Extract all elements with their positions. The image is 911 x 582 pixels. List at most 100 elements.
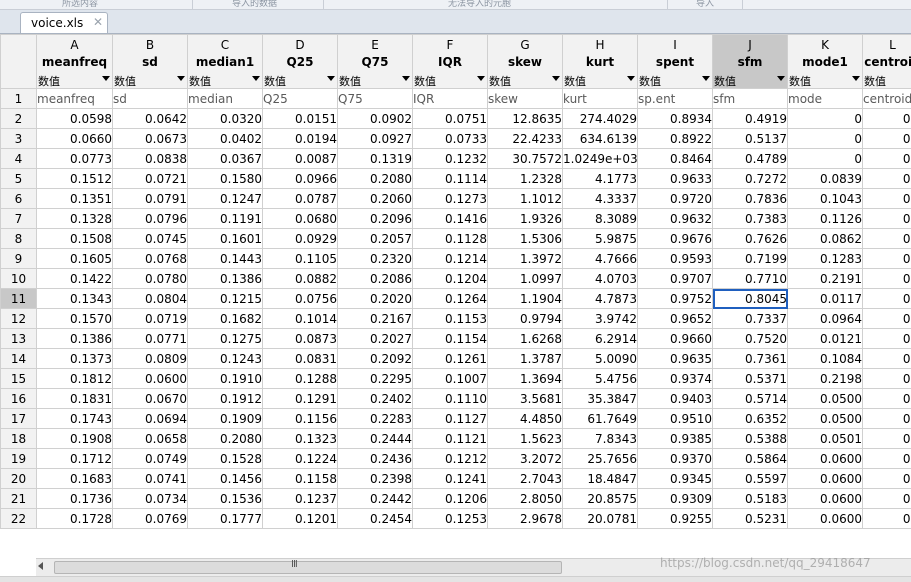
data-cell[interactable]: 0.1241	[413, 469, 488, 489]
data-cell[interactable]: 0.1127	[413, 409, 488, 429]
data-cell[interactable]: 0.9403	[638, 389, 713, 409]
text-cell[interactable]: meanfreq	[37, 89, 113, 109]
data-cell[interactable]: 0.0964	[788, 309, 863, 329]
column-type-selector[interactable]: 数值	[488, 73, 562, 88]
data-cell[interactable]: 274.4029	[563, 109, 638, 129]
data-cell[interactable]: 22.4233	[488, 129, 563, 149]
column-type-selector[interactable]: 数值	[263, 73, 337, 88]
data-cell[interactable]: 0.0741	[113, 469, 188, 489]
data-cell[interactable]: 5.4756	[563, 369, 638, 389]
column-header-i[interactable]: Ispent数值	[638, 35, 713, 89]
data-cell[interactable]: 20.8575	[563, 489, 638, 509]
data-cell[interactable]: 0.1243	[188, 349, 263, 369]
data-cell[interactable]: 0.1043	[788, 189, 863, 209]
data-cell[interactable]: 0.1812	[37, 369, 113, 389]
data-cell[interactable]: 0.7520	[713, 329, 788, 349]
data-cell[interactable]: 0.1	[863, 309, 911, 329]
data-cell[interactable]: 7.8343	[563, 429, 638, 449]
data-cell[interactable]: 0.1605	[37, 249, 113, 269]
data-cell[interactable]: 0.1912	[188, 389, 263, 409]
data-cell[interactable]: 0.0194	[263, 129, 338, 149]
data-cell[interactable]: 0.9752	[638, 289, 713, 309]
chevron-down-icon[interactable]	[402, 76, 410, 81]
data-cell[interactable]: 1.6268	[488, 329, 563, 349]
data-cell[interactable]: 0.9660	[638, 329, 713, 349]
data-cell[interactable]: 0.0598	[37, 109, 113, 129]
data-cell[interactable]: 0.1909	[188, 409, 263, 429]
data-cell[interactable]: 0.0756	[263, 289, 338, 309]
data-cell[interactable]: 1.2328	[488, 169, 563, 189]
data-cell[interactable]: 0.0749	[113, 449, 188, 469]
data-cell[interactable]: 0.0966	[263, 169, 338, 189]
row-header[interactable]: 13	[1, 329, 37, 349]
row-header[interactable]: 21	[1, 489, 37, 509]
column-header-d[interactable]: DQ25数值	[263, 35, 338, 89]
data-cell[interactable]: 0	[788, 109, 863, 129]
data-cell[interactable]: 0.9676	[638, 229, 713, 249]
row-header[interactable]: 17	[1, 409, 37, 429]
data-cell[interactable]: 0.5864	[713, 449, 788, 469]
data-cell[interactable]: 0.1153	[413, 309, 488, 329]
data-cell[interactable]: 0.0780	[113, 269, 188, 289]
row-header[interactable]: 16	[1, 389, 37, 409]
data-cell[interactable]: 0.8934	[638, 109, 713, 129]
data-cell[interactable]: 0.2454	[338, 509, 413, 529]
data-cell[interactable]: 0.1126	[788, 209, 863, 229]
data-cell[interactable]: 0.0721	[113, 169, 188, 189]
data-cell[interactable]: 0.0719	[113, 309, 188, 329]
data-cell[interactable]: 0.1114	[413, 169, 488, 189]
variable-name-field[interactable]: meanfreq	[37, 55, 112, 73]
data-cell[interactable]: 0.1343	[37, 289, 113, 309]
variable-name-field[interactable]: median1	[188, 55, 262, 73]
variable-name-field[interactable]: centroid	[863, 55, 911, 73]
data-cell[interactable]: 4.1773	[563, 169, 638, 189]
column-header-l[interactable]: Lcentroid数值	[863, 35, 911, 89]
data-cell[interactable]: 1.3694	[488, 369, 563, 389]
data-cell[interactable]: 0.0862	[788, 229, 863, 249]
data-cell[interactable]: 0.0694	[113, 409, 188, 429]
data-cell[interactable]: 0.1	[863, 269, 911, 289]
row-header[interactable]: 6	[1, 189, 37, 209]
data-cell[interactable]: 1.5623	[488, 429, 563, 449]
data-cell[interactable]: 0.1007	[413, 369, 488, 389]
row-header[interactable]: 14	[1, 349, 37, 369]
data-cell[interactable]: 0.0771	[113, 329, 188, 349]
data-cell[interactable]: 0.1215	[188, 289, 263, 309]
data-cell[interactable]: 0.1291	[263, 389, 338, 409]
data-cell[interactable]: 0.9510	[638, 409, 713, 429]
column-header-j[interactable]: Jsfm数值	[713, 35, 788, 89]
text-cell[interactable]: kurt	[563, 89, 638, 109]
data-cell[interactable]: 0.0902	[338, 109, 413, 129]
row-header[interactable]: 8	[1, 229, 37, 249]
data-cell[interactable]: 0.0402	[188, 129, 263, 149]
data-cell[interactable]: 0.1	[863, 469, 911, 489]
text-cell[interactable]: IQR	[413, 89, 488, 109]
data-cell[interactable]: 5.9875	[563, 229, 638, 249]
data-cell[interactable]: 0.2080	[188, 429, 263, 449]
text-cell[interactable]: median	[188, 89, 263, 109]
data-cell[interactable]: 0.0	[863, 149, 911, 169]
data-cell[interactable]: 0.5183	[713, 489, 788, 509]
data-cell[interactable]: 12.8635	[488, 109, 563, 129]
data-cell[interactable]: 0.1743	[37, 409, 113, 429]
data-cell[interactable]: 0.0660	[37, 129, 113, 149]
data-cell[interactable]: 0.1253	[413, 509, 488, 529]
data-cell[interactable]: 0.0838	[113, 149, 188, 169]
data-cell[interactable]: 0.2191	[788, 269, 863, 289]
row-header[interactable]: 15	[1, 369, 37, 389]
row-header[interactable]: 1	[1, 89, 37, 109]
data-cell[interactable]: 0.1275	[188, 329, 263, 349]
data-cell[interactable]: 35.3847	[563, 389, 638, 409]
data-cell[interactable]: 0.9794	[488, 309, 563, 329]
data-cell[interactable]: 0.0600	[113, 369, 188, 389]
row-header[interactable]: 12	[1, 309, 37, 329]
data-cell[interactable]: 0.0087	[263, 149, 338, 169]
data-cell[interactable]: 0.1683	[37, 469, 113, 489]
data-cell[interactable]: 0.0642	[113, 109, 188, 129]
column-header-a[interactable]: Ameanfreq数值	[37, 35, 113, 89]
chevron-down-icon[interactable]	[627, 76, 635, 81]
data-cell[interactable]: 0.0804	[113, 289, 188, 309]
data-cell[interactable]: 0.1084	[788, 349, 863, 369]
text-cell[interactable]: sp.ent	[638, 89, 713, 109]
data-cell[interactable]: 0.7710	[713, 269, 788, 289]
